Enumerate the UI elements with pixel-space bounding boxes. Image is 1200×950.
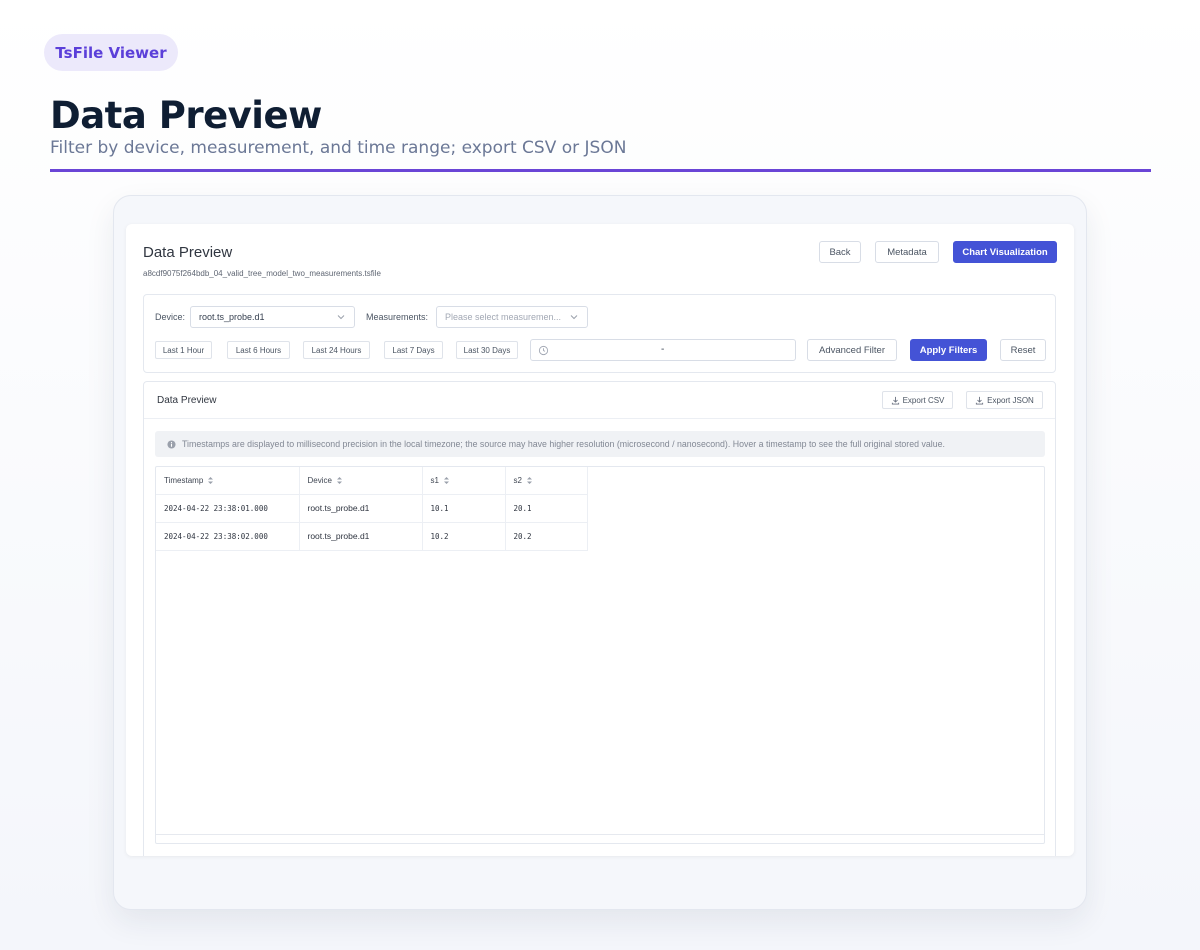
app-window: Data Preview a8cdf9075f264bdb_04_valid_t… [126, 224, 1074, 856]
download-icon [891, 396, 899, 405]
clock-icon [538, 345, 549, 356]
sort-icon [336, 476, 342, 484]
chart-visualization-button[interactable]: Chart Visualization [953, 241, 1057, 263]
column-header-device[interactable]: Device [299, 467, 423, 495]
file-name: a8cdf9075f264bdb_04_valid_tree_model_two… [143, 269, 381, 278]
cell-s1: 10.1 [422, 494, 506, 523]
cell-s2: 20.1 [505, 494, 588, 523]
device-label: Device: [155, 312, 186, 322]
time-range-picker[interactable]: - [530, 339, 796, 361]
range-separator: - [661, 344, 665, 355]
export-csv-label: Export CSV [902, 395, 945, 405]
page-subtitle: Filter by device, measurement, and time … [50, 138, 627, 158]
device-select[interactable]: root.ts_probe.d1 [190, 306, 355, 328]
quick-range-1h[interactable]: Last 1 Hour [155, 341, 212, 359]
export-csv-button[interactable]: Export CSV [882, 391, 953, 409]
sort-icon [443, 476, 449, 484]
chevron-down-icon [337, 315, 345, 320]
cell-s1: 10.2 [422, 522, 506, 551]
cell-timestamp: 2024-04-22 23:38:02.000 [156, 522, 300, 551]
measurements-placeholder: Please select measuremen... [445, 312, 562, 322]
column-header-s2[interactable]: s2 [505, 467, 588, 495]
timestamp-notice: Timestamps are displayed to millisecond … [155, 431, 1045, 457]
app-badge: TsFile Viewer [44, 34, 178, 71]
quick-range-6h[interactable]: Last 6 Hours [227, 341, 290, 359]
notice-text: Timestamps are displayed to millisecond … [182, 439, 945, 449]
column-header-s1[interactable]: s1 [422, 467, 506, 495]
app-title: Data Preview [143, 244, 233, 261]
title-divider [50, 169, 1151, 172]
back-button[interactable]: Back [819, 241, 861, 263]
chevron-down-icon [570, 315, 578, 320]
page-title: Data Preview [50, 94, 322, 137]
preview-header: Data Preview Export CSV Export JSON [144, 382, 1055, 419]
measurements-select[interactable]: Please select measuremen... [436, 306, 588, 328]
apply-filters-button[interactable]: Apply Filters [910, 339, 987, 361]
reset-button[interactable]: Reset [1000, 339, 1046, 361]
table-row: 2024-04-22 23:38:02.000 root.ts_probe.d1… [156, 522, 588, 551]
quick-range-24h[interactable]: Last 24 Hours [303, 341, 370, 359]
sort-icon [208, 476, 214, 484]
preview-title: Data Preview [157, 395, 217, 406]
data-preview-panel: Data Preview Export CSV Export JSON Time… [143, 381, 1056, 856]
device-select-value: root.ts_probe.d1 [199, 312, 265, 322]
export-json-button[interactable]: Export JSON [966, 391, 1043, 409]
download-icon [976, 396, 984, 405]
advanced-filter-button[interactable]: Advanced Filter [807, 339, 897, 361]
cell-timestamp: 2024-04-22 23:38:01.000 [156, 494, 300, 523]
horizontal-scrollbar[interactable] [156, 834, 1044, 835]
info-icon [167, 439, 176, 449]
measurements-label: Measurements: [366, 312, 429, 322]
table-row: 2024-04-22 23:38:01.000 root.ts_probe.d1… [156, 494, 588, 523]
column-header-timestamp[interactable]: Timestamp [156, 467, 300, 495]
quick-range-7d[interactable]: Last 7 Days [384, 341, 443, 359]
quick-range-30d[interactable]: Last 30 Days [456, 341, 518, 359]
sort-icon [526, 476, 532, 484]
cell-s2: 20.2 [505, 522, 588, 551]
table-header-row: Timestamp Device s1 s2 [156, 467, 588, 495]
export-json-label: Export JSON [987, 395, 1034, 405]
cell-device: root.ts_probe.d1 [299, 494, 423, 523]
data-table: Timestamp Device s1 s2 2024-04-22 23:38:… [156, 467, 588, 551]
filter-panel: Device: root.ts_probe.d1 Measurements: P… [143, 294, 1056, 373]
cell-device: root.ts_probe.d1 [299, 522, 423, 551]
data-table-container: Timestamp Device s1 s2 2024-04-22 23:38:… [155, 466, 1045, 844]
metadata-button[interactable]: Metadata [875, 241, 939, 263]
